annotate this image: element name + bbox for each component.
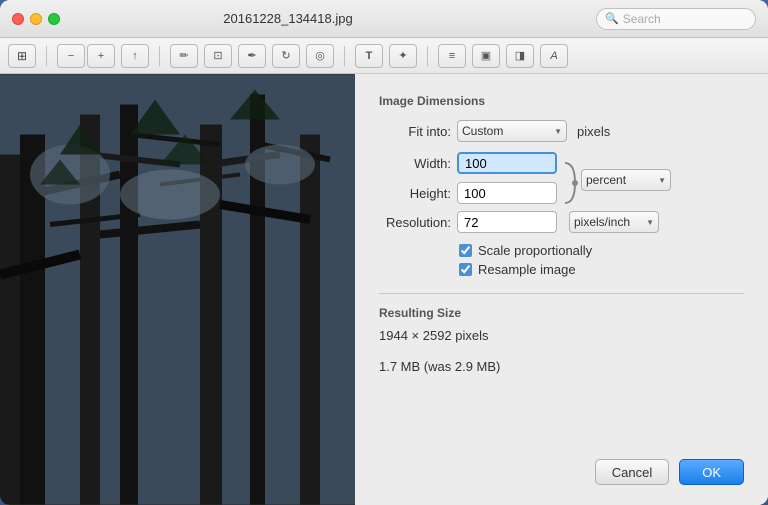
resample-label: Resample image <box>478 262 576 277</box>
separator-2 <box>159 46 160 66</box>
dimension-inputs: Width: Height: <box>379 152 557 204</box>
fit-into-row: Fit into: Custom ▼ pixels <box>379 120 744 142</box>
separator-3 <box>344 46 345 66</box>
result-title: Resulting Size <box>379 306 744 320</box>
crop-icon: ⊡ <box>213 49 222 62</box>
rotate-icon: ↻ <box>281 49 290 62</box>
result-dimensions: 1944 × 2592 pixels <box>379 328 744 343</box>
main-window: 20161228_134418.jpg 🔍 Search ⊞ − + ↑ ✏ ⊡… <box>0 0 768 505</box>
text-icon: T <box>366 50 373 62</box>
button-row: Cancel OK <box>379 443 744 485</box>
sidebar-icon: ⊞ <box>17 49 27 63</box>
zoom-out-icon: − <box>68 50 74 62</box>
fit-label: Fit into: <box>379 124 451 139</box>
resolution-input[interactable] <box>457 211 557 233</box>
result-size: 1.7 MB (was 2.9 MB) <box>379 359 744 374</box>
window-title: 20161228_134418.jpg <box>0 11 588 26</box>
section-title: Image Dimensions <box>379 94 744 108</box>
spacer <box>379 349 744 359</box>
dimensions-group: Width: Height: <box>379 152 744 211</box>
titlebar: 20161228_134418.jpg 🔍 Search <box>0 0 768 38</box>
fit-select-arrow: ▼ <box>554 127 562 136</box>
scale-label: Scale proportionally <box>478 243 592 258</box>
color-icon: ◨ <box>515 49 525 62</box>
share-icon: ↑ <box>132 50 138 62</box>
crop-button[interactable]: ⊡ <box>204 44 232 68</box>
zoom-in-button[interactable]: + <box>87 44 115 68</box>
result-section: Resulting Size 1944 × 2592 pixels 1.7 MB… <box>379 306 744 374</box>
fit-select-value: Custom <box>462 124 550 138</box>
select-icon: ✦ <box>398 49 407 62</box>
resolution-unit-select[interactable]: pixels/inch ▼ <box>569 211 659 233</box>
share-button[interactable]: ↑ <box>121 44 149 68</box>
zoom-in-icon: + <box>98 50 104 62</box>
resolution-unit-value: pixels/inch <box>574 215 642 229</box>
zoom-out-button[interactable]: − <box>57 44 85 68</box>
select-button[interactable]: ✦ <box>389 44 417 68</box>
scale-checkbox[interactable] <box>459 244 472 257</box>
divider <box>379 293 744 294</box>
unit-label: pixels <box>577 124 610 139</box>
link-icon <box>561 158 579 208</box>
width-input[interactable] <box>457 152 557 174</box>
pencil-button[interactable]: ✏ <box>170 44 198 68</box>
color-button[interactable]: ◨ <box>506 44 534 68</box>
search-placeholder: Search <box>623 12 661 26</box>
height-input[interactable] <box>457 182 557 204</box>
height-label: Height: <box>379 186 451 201</box>
zoom-buttons: − + <box>57 44 115 68</box>
scale-checkbox-row: Scale proportionally <box>459 243 744 258</box>
separator-1 <box>46 46 47 66</box>
resample-checkbox[interactable] <box>459 263 472 276</box>
rotate-button[interactable]: ↻ <box>272 44 300 68</box>
toolbar: ⊞ − + ↑ ✏ ⊡ ✒ ↻ ◎ T ✦ ≡ ▣ ◨ A <box>0 38 768 74</box>
sidebar-toggle-button[interactable]: ⊞ <box>8 44 36 68</box>
markup-icon: ✒ <box>247 49 256 62</box>
nav-buttons: ⊞ <box>8 44 36 68</box>
link-constraint <box>561 155 579 211</box>
align-button[interactable]: ≡ <box>438 44 466 68</box>
search-icon: 🔍 <box>605 12 619 25</box>
main-area: Image Dimensions Fit into: Custom ▼ pixe… <box>0 74 768 505</box>
resolution-row: Resolution: pixels/inch ▼ <box>379 211 744 233</box>
fit-select[interactable]: Custom ▼ <box>457 120 567 142</box>
unit-select-arrow: ▼ <box>658 176 666 185</box>
resolution-unit-arrow: ▼ <box>646 218 654 227</box>
border-button[interactable]: ▣ <box>472 44 500 68</box>
image-preview <box>0 74 355 505</box>
spotlight-icon: ◎ <box>315 49 325 62</box>
height-row: Height: <box>379 182 557 204</box>
spotlight-button[interactable]: ◎ <box>306 44 334 68</box>
cancel-button[interactable]: Cancel <box>595 459 669 485</box>
font-icon: A <box>550 50 557 62</box>
text-button[interactable]: T <box>355 44 383 68</box>
separator-4 <box>427 46 428 66</box>
resample-checkbox-row: Resample image <box>459 262 744 277</box>
width-row: Width: <box>379 152 557 174</box>
unit-select-container: percent ▼ <box>581 152 671 208</box>
border-icon: ▣ <box>481 49 491 62</box>
unit-select-value: percent <box>586 173 654 187</box>
font-button[interactable]: A <box>540 44 568 68</box>
width-label: Width: <box>379 156 451 171</box>
ok-button[interactable]: OK <box>679 459 744 485</box>
unit-select[interactable]: percent ▼ <box>581 169 671 191</box>
dialog-panel: Image Dimensions Fit into: Custom ▼ pixe… <box>355 74 768 505</box>
pencil-icon: ✏ <box>179 49 188 62</box>
markup-button[interactable]: ✒ <box>238 44 266 68</box>
search-bar[interactable]: 🔍 Search <box>596 8 756 30</box>
resolution-label: Resolution: <box>379 215 451 230</box>
align-icon: ≡ <box>449 50 455 62</box>
